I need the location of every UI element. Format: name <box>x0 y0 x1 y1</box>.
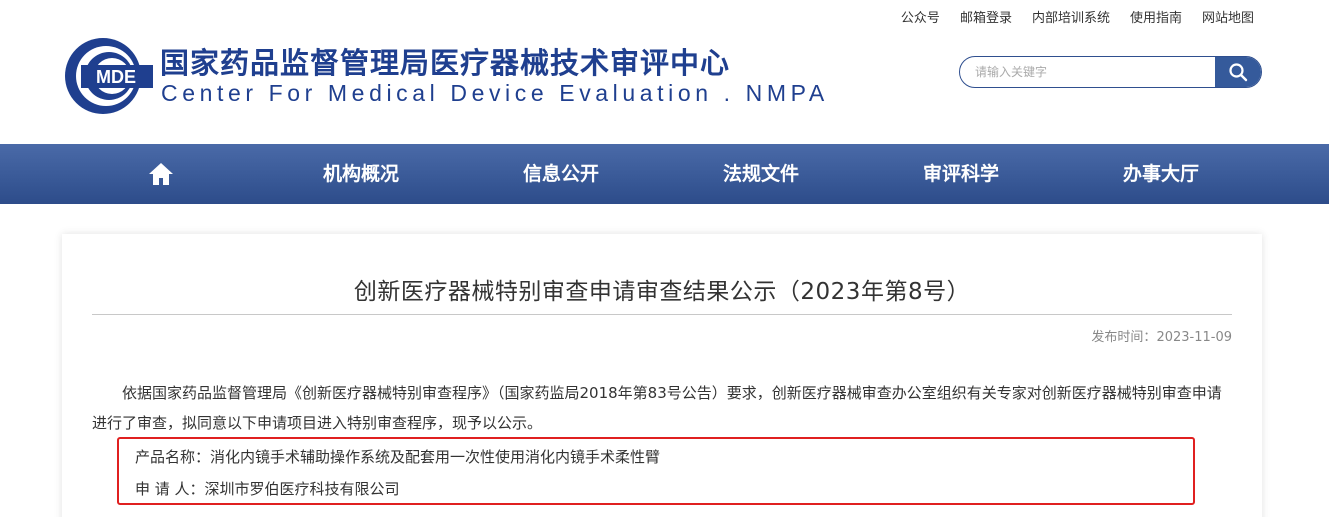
top-link-wechat[interactable]: 公众号 <box>901 7 940 26</box>
product-name: 消化内镜手术辅助操作系统及配套用一次性使用消化内镜手术柔性臂 <box>210 448 661 466</box>
publish-label: 发布时间： <box>1091 330 1157 345</box>
mde-logo[interactable]: MDE <box>63 36 155 116</box>
nav-item-science[interactable]: 审评科学 <box>900 144 1022 204</box>
publish-date-value: 2023-11-09 <box>1156 330 1232 345</box>
title-divider <box>92 314 1232 315</box>
nav-item-regulations[interactable]: 法规文件 <box>700 144 822 204</box>
search-input[interactable] <box>960 57 1215 87</box>
main-nav: 机构概况 信息公开 法规文件 审评科学 办事大厅 <box>0 144 1329 204</box>
product-label: 产品名称： <box>135 448 211 466</box>
top-link-guide[interactable]: 使用指南 <box>1130 7 1182 26</box>
publish-date: 发布时间：2023-11-09 <box>1091 326 1232 345</box>
top-link-mail-login[interactable]: 邮箱登录 <box>960 7 1012 26</box>
home-icon <box>149 163 173 185</box>
top-links: 公众号 邮箱登录 内部培训系统 使用指南 网站地图 <box>901 7 1254 26</box>
brand-name-en: Center For Medical Device Evaluation . N… <box>161 80 829 106</box>
search-box <box>959 56 1262 88</box>
nav-item-about[interactable]: 机构概况 <box>300 144 422 204</box>
search-icon <box>1229 63 1248 82</box>
nav-item-services[interactable]: 办事大厅 <box>1100 144 1222 204</box>
article-body: 依据国家药品监督管理局《创新医疗器械特别审查程序》（国家药监局2018年第83号… <box>92 384 1222 432</box>
top-link-training-system[interactable]: 内部培训系统 <box>1032 7 1110 26</box>
nav-home[interactable] <box>130 144 192 204</box>
brand-name-cn: 国家药品监督管理局医疗器械技术审评中心 <box>160 46 731 80</box>
logo-mark-text: MDE <box>96 67 136 87</box>
nav-item-info[interactable]: 信息公开 <box>500 144 622 204</box>
product-row: 产品名称：消化内镜手术辅助操作系统及配套用一次性使用消化内镜手术柔性臂 <box>135 446 660 467</box>
article-title: 创新医疗器械特别审查申请审查结果公示（2023年第8号） <box>353 279 971 305</box>
applicant-name: 深圳市罗伯医疗科技有限公司 <box>204 480 400 498</box>
applicant-label: 申 请 人： <box>135 480 205 498</box>
search-button[interactable] <box>1215 57 1261 87</box>
applicant-row: 申 请 人：深圳市罗伯医疗科技有限公司 <box>135 478 400 499</box>
top-link-sitemap[interactable]: 网站地图 <box>1202 7 1254 26</box>
